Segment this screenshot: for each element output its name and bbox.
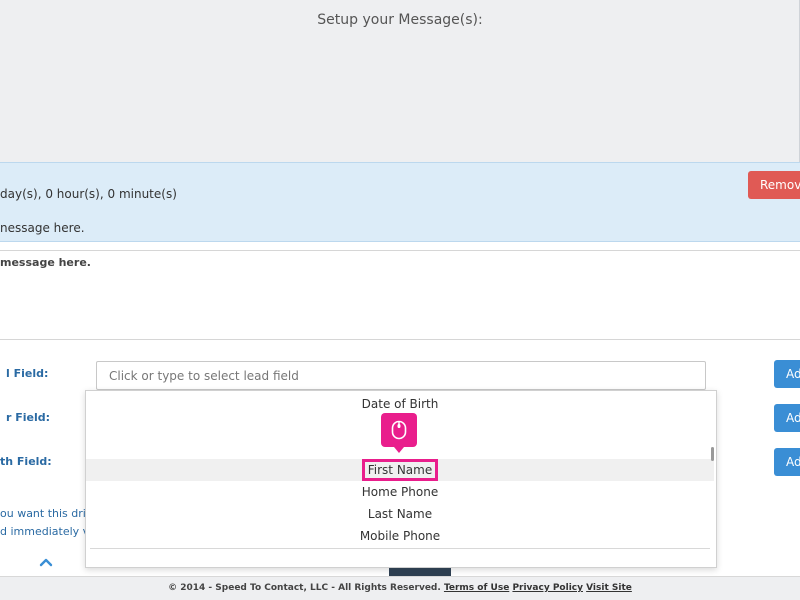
bottom-tab — [389, 568, 451, 576]
lead-field-placeholder: Click or type to select lead field — [109, 369, 299, 383]
privacy-link[interactable]: Privacy Policy — [512, 583, 583, 593]
lead-field-select[interactable]: Click or type to select lead field — [96, 361, 706, 390]
add-button-1[interactable]: Ad — [774, 360, 800, 388]
helper-text-line-2: d immediately v — [0, 525, 90, 538]
header-panel: Setup your Message(s): — [0, 0, 800, 162]
dropdown-item-mobile-phone[interactable]: Mobile Phone — [86, 525, 714, 547]
dropdown-item-home-phone[interactable]: Home Phone — [86, 481, 714, 503]
app-root: Setup your Message(s): day(s), 0 hour(s)… — [0, 0, 800, 600]
terms-link[interactable]: Terms of Use — [444, 583, 509, 593]
dropdown-scrollbar[interactable] — [711, 447, 714, 461]
dropdown-divider — [90, 548, 710, 549]
dropdown-item-label: Mobile Phone — [359, 529, 441, 543]
dropdown-item-label: Date of Birth — [361, 397, 439, 411]
dropdown-item-first-name[interactable]: First Name — [86, 459, 714, 481]
field-label-1: l Field: — [6, 367, 49, 380]
message-placeholder: message here. — [0, 256, 91, 269]
footer: © 2014 - Speed To Contact, LLC - All Rig… — [0, 576, 800, 600]
page-title: Setup your Message(s): — [317, 12, 483, 28]
helper-text-line-1: ou want this drip — [0, 507, 93, 520]
dropdown-item-label: Last Name — [367, 507, 433, 521]
dropdown-item-label: Home Phone — [361, 485, 439, 499]
add-button-2[interactable]: Ad — [774, 404, 800, 432]
drip-info-band: day(s), 0 hour(s), 0 minute(s) nessage h… — [0, 162, 800, 242]
remove-button[interactable]: Remov — [748, 171, 800, 199]
message-editor[interactable]: message here. — [0, 250, 800, 340]
add-button-3[interactable]: Ad — [774, 448, 800, 476]
field-label-3: th Field: — [0, 455, 52, 468]
drip-preview-text: nessage here. — [0, 221, 85, 235]
field-label-2: r Field: — [6, 411, 51, 424]
chevron-up-icon[interactable] — [38, 555, 54, 571]
dropdown-item-date-of-birth[interactable]: Date of Birth — [86, 393, 714, 415]
drip-delay-text: day(s), 0 hour(s), 0 minute(s) — [0, 187, 177, 201]
dropdown-item-label: First Name — [361, 459, 439, 481]
footer-copyright: © 2014 - Speed To Contact, LLC - All Rig… — [168, 583, 441, 593]
mouse-icon — [381, 413, 417, 453]
dropdown-item-last-name[interactable]: Last Name — [86, 503, 714, 525]
visit-site-link[interactable]: Visit Site — [586, 583, 632, 593]
